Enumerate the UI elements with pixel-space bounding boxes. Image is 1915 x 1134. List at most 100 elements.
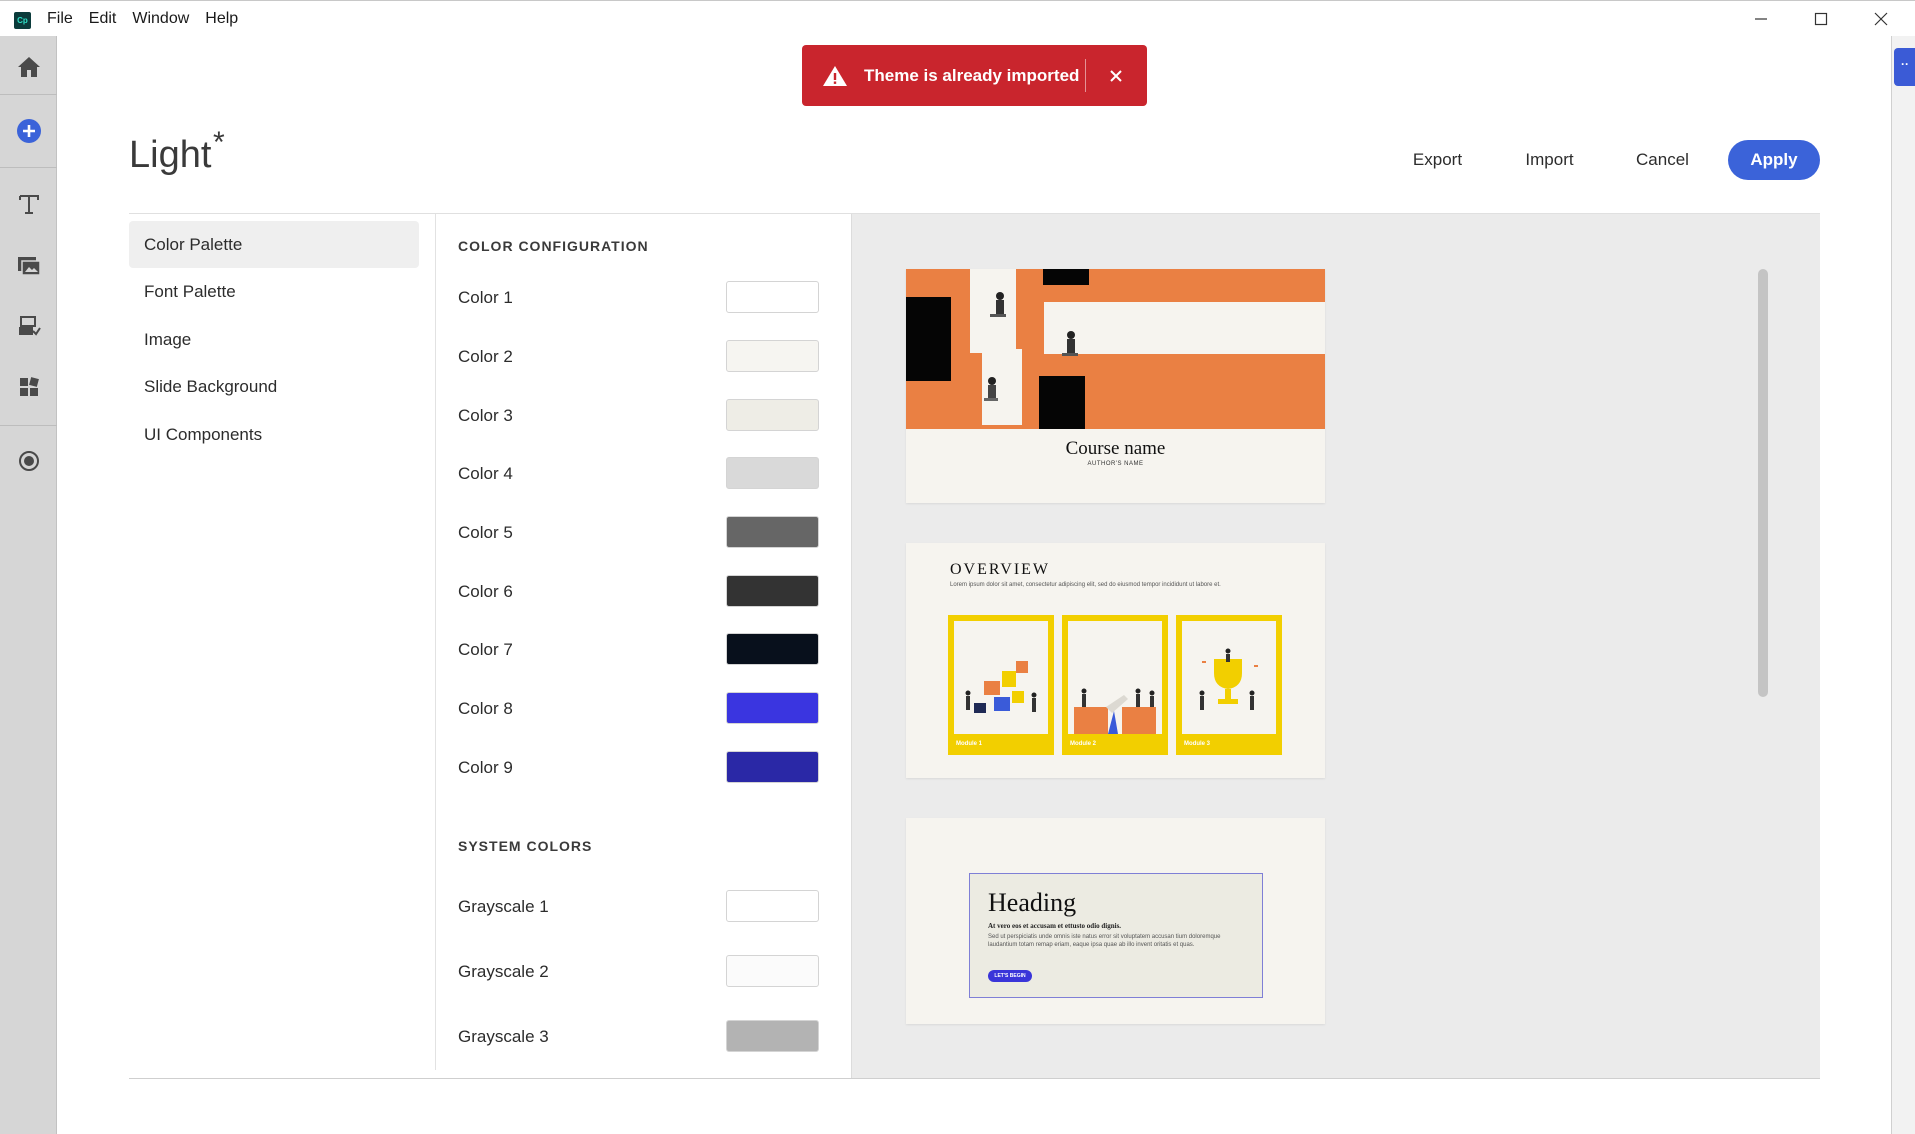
heading-body-text: Sed ut perspiciatis unde omnis iste natu… bbox=[988, 934, 1221, 948]
color-configuration-heading: COLOR CONFIGURATION bbox=[458, 238, 649, 254]
apply-button[interactable]: Apply bbox=[1728, 140, 1820, 180]
media-tool-button[interactable] bbox=[0, 240, 57, 290]
quiz-icon bbox=[18, 316, 41, 336]
left-toolbar bbox=[0, 36, 57, 1134]
trophy-illustration bbox=[1199, 648, 1258, 710]
author-name-text: AUTHOR'S NAME bbox=[1087, 461, 1144, 467]
heading-subtext: At vero eos et accusam et ettusto odio d… bbox=[988, 922, 1122, 930]
module-label: Module 2 bbox=[1070, 741, 1097, 747]
color-label: Color 9 bbox=[458, 758, 513, 777]
color-swatch[interactable] bbox=[726, 399, 819, 431]
module-card: Module 2 bbox=[1062, 615, 1168, 755]
nav-font-palette[interactable]: Font Palette bbox=[129, 268, 419, 315]
home-button[interactable] bbox=[0, 42, 57, 92]
close-icon bbox=[1110, 70, 1122, 82]
media-icon bbox=[17, 257, 41, 276]
color-swatch[interactable] bbox=[726, 340, 819, 372]
color-label: Color 4 bbox=[458, 464, 513, 483]
theme-preview-panel: Course name AUTHOR'S NAME OVERVIEW Lorem… bbox=[851, 214, 1820, 1078]
divider bbox=[129, 1078, 1820, 1079]
overview-subtitle: Lorem ipsum dolor sit amet, consectetur … bbox=[950, 582, 1221, 588]
menu-edit[interactable]: Edit bbox=[89, 10, 117, 28]
menu-bar: File Edit Window Help bbox=[47, 1, 254, 37]
color-label: Color 8 bbox=[458, 699, 513, 718]
module-card: Module 1 bbox=[948, 615, 1054, 755]
preview-slide-title[interactable]: Course name AUTHOR'S NAME bbox=[906, 269, 1325, 503]
unsaved-marker: * bbox=[213, 126, 225, 159]
title-slide-illustration bbox=[906, 269, 1325, 429]
import-button[interactable]: Import bbox=[1507, 140, 1592, 180]
maximize-icon bbox=[1814, 12, 1828, 26]
grayscale-swatch[interactable] bbox=[726, 890, 819, 922]
record-icon bbox=[18, 451, 39, 471]
title-bar: Cp File Edit Window Help bbox=[0, 0, 1915, 36]
divider bbox=[435, 214, 436, 1070]
library-button[interactable] bbox=[0, 1120, 57, 1134]
scrollbar-thumb[interactable] bbox=[1758, 269, 1768, 697]
text-tool-button[interactable] bbox=[0, 179, 57, 229]
overview-title: OVERVIEW bbox=[950, 561, 1051, 578]
nav-ui-components[interactable]: UI Components bbox=[129, 411, 419, 458]
color-label: Color 6 bbox=[458, 582, 513, 601]
toast-close-button[interactable] bbox=[1102, 62, 1130, 90]
heading-text: Heading bbox=[988, 888, 1077, 917]
lets-begin-button: LET'S BEGIN bbox=[988, 970, 1032, 982]
close-icon bbox=[1874, 12, 1888, 26]
nav-slide-background[interactable]: Slide Background bbox=[129, 363, 419, 410]
menu-help[interactable]: Help bbox=[205, 10, 238, 28]
cancel-button[interactable]: Cancel bbox=[1620, 140, 1705, 180]
text-icon bbox=[18, 195, 39, 214]
heading-content-box: Heading At vero eos et accusam et ettust… bbox=[969, 873, 1263, 998]
export-button[interactable]: Export bbox=[1395, 140, 1480, 180]
grayscale-label: Grayscale 2 bbox=[458, 962, 549, 981]
minimize-button[interactable] bbox=[1731, 1, 1791, 37]
theme-title: Light bbox=[129, 134, 212, 176]
color-swatch[interactable] bbox=[726, 457, 819, 489]
record-button[interactable] bbox=[0, 436, 57, 486]
color-swatch[interactable] bbox=[726, 281, 819, 313]
panel-toggle-button[interactable]: ·· bbox=[1894, 48, 1915, 86]
grayscale-swatch[interactable] bbox=[726, 955, 819, 987]
maximize-button[interactable] bbox=[1791, 1, 1851, 37]
color-label: Color 1 bbox=[458, 288, 513, 307]
preview-slide-heading[interactable]: Heading At vero eos et accusam et ettust… bbox=[906, 818, 1325, 1024]
minimize-icon bbox=[1755, 18, 1767, 20]
grayscale-swatch[interactable] bbox=[726, 1020, 819, 1052]
color-label: Color 7 bbox=[458, 640, 513, 659]
menu-file[interactable]: File bbox=[47, 10, 73, 28]
color-swatch[interactable] bbox=[726, 751, 819, 783]
close-window-button[interactable] bbox=[1851, 1, 1911, 37]
home-icon bbox=[17, 57, 40, 77]
nav-color-palette[interactable]: Color Palette bbox=[129, 221, 419, 268]
quiz-tool-button[interactable] bbox=[0, 301, 57, 351]
grayscale-label: Grayscale 1 bbox=[458, 897, 549, 916]
widgets-tool-button[interactable] bbox=[0, 362, 57, 412]
nav-image[interactable]: Image bbox=[129, 316, 419, 363]
system-colors-heading: SYSTEM COLORS bbox=[458, 838, 593, 854]
add-button[interactable] bbox=[0, 106, 57, 156]
color-swatch[interactable] bbox=[726, 633, 819, 665]
error-toast: Theme is already imported bbox=[802, 45, 1147, 106]
plus-circle-icon bbox=[16, 119, 41, 143]
toast-divider bbox=[1085, 59, 1086, 92]
color-label: Color 5 bbox=[458, 523, 513, 542]
right-panel-strip: ·· bbox=[1891, 36, 1915, 1134]
menu-window[interactable]: Window bbox=[132, 10, 189, 28]
module-label: Module 1 bbox=[956, 741, 983, 747]
preview-slide-overview[interactable]: OVERVIEW Lorem ipsum dolor sit amet, con… bbox=[906, 543, 1325, 778]
module-card: Module 3 bbox=[1176, 615, 1282, 755]
puzzle-illustration bbox=[965, 661, 1037, 713]
color-label: Color 2 bbox=[458, 347, 513, 366]
bridge-illustration bbox=[1074, 688, 1156, 734]
color-swatch[interactable] bbox=[726, 692, 819, 724]
grayscale-label: Grayscale 3 bbox=[458, 1027, 549, 1046]
widgets-icon bbox=[19, 377, 39, 396]
app-logo-icon: Cp bbox=[14, 12, 31, 29]
course-name-text: Course name bbox=[1065, 438, 1166, 459]
color-swatch[interactable] bbox=[726, 575, 819, 607]
color-label: Color 3 bbox=[458, 406, 513, 425]
toast-message: Theme is already imported bbox=[864, 65, 1080, 85]
color-swatch[interactable] bbox=[726, 516, 819, 548]
warning-icon bbox=[822, 64, 848, 88]
module-label: Module 3 bbox=[1184, 741, 1211, 747]
